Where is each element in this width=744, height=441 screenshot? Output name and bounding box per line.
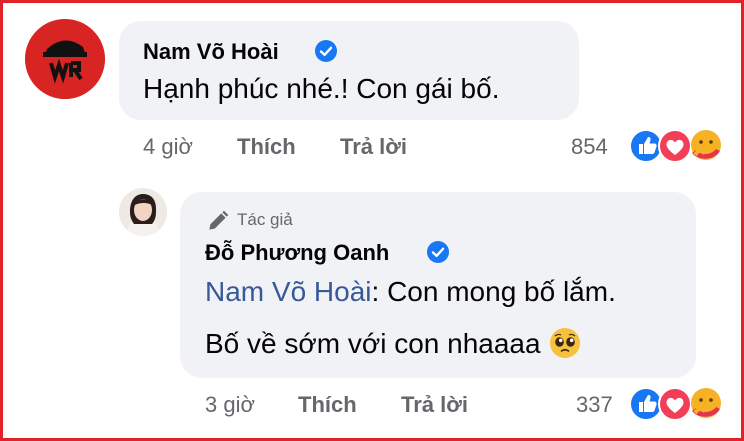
reaction-icons[interactable]: [629, 129, 727, 163]
love-reaction-icon: [658, 129, 692, 163]
reply-text-part2: Bố về sớm với con nhaaaa: [205, 328, 541, 359]
reaction-count[interactable]: 854: [571, 134, 608, 160]
comment-bubble-top: [119, 21, 579, 120]
reply-reaction-count[interactable]: 337: [576, 392, 613, 418]
care-reaction-icon: [691, 130, 721, 160]
reply-reply-button[interactable]: Trả lời: [401, 392, 468, 418]
verified-badge-icon: [315, 40, 337, 62]
reply-button[interactable]: Trả lời: [340, 134, 407, 160]
like-reaction-icon: [629, 129, 663, 163]
avatar-nam-vo-hoai[interactable]: [25, 19, 105, 99]
author-badge: Tác giả: [237, 210, 293, 229]
pen-icon: [209, 210, 229, 230]
like-button[interactable]: Thích: [237, 134, 296, 160]
avatar-logo-icon: [25, 19, 105, 99]
verified-badge-icon: [427, 241, 449, 263]
avatar-photo-icon: [119, 188, 167, 236]
avatar-do-phuong-oanh[interactable]: [119, 188, 167, 236]
screenshot-frame: Nam Võ Hoài Hạnh phúc nhé.! Con gái bố. …: [0, 0, 744, 441]
comment-author-name[interactable]: Nam Võ Hoài: [143, 39, 279, 65]
mention-link[interactable]: Nam Võ Hoài: [205, 276, 372, 307]
care-reaction-icon: [691, 388, 721, 418]
love-reaction-icon: [658, 387, 692, 421]
reply-author-name[interactable]: Đỗ Phương Oanh: [205, 240, 389, 266]
comment-text: Hạnh phúc nhé.! Con gái bố.: [143, 73, 500, 104]
reply-like-button[interactable]: Thích: [298, 392, 357, 418]
reply-time[interactable]: 3 giờ: [205, 392, 255, 418]
reply-reaction-icons[interactable]: [629, 387, 727, 421]
like-reaction-icon: [629, 387, 663, 421]
reply-text-line2: Bố về sớm với con nhaaaa: [205, 327, 581, 360]
comment-time[interactable]: 4 giờ: [143, 134, 193, 160]
reply-text-line1: Nam Võ Hoài: Con mong bố lắm.: [205, 276, 616, 308]
pleading-face-emoji: [549, 328, 580, 358]
reply-text-part: : Con mong bố lắm.: [371, 276, 616, 307]
